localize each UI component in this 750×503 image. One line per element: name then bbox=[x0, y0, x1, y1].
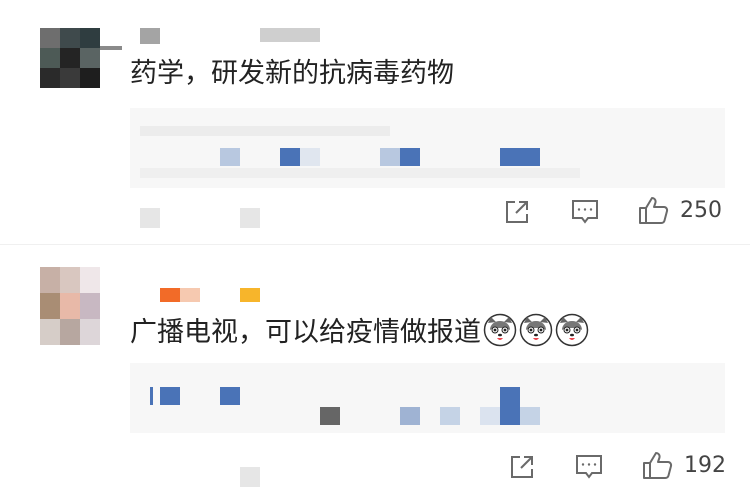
username-obscured[interactable] bbox=[140, 28, 160, 44]
comment-text: 广播电视，可以给疫情做报道 bbox=[130, 317, 481, 348]
obscured-link bbox=[500, 148, 520, 166]
avatar-pixel bbox=[60, 267, 80, 293]
username-obscured bbox=[100, 46, 122, 50]
obscured-text bbox=[140, 126, 390, 136]
obscured-link bbox=[160, 387, 180, 405]
avatar-pixel bbox=[60, 28, 80, 48]
username-obscured[interactable] bbox=[160, 288, 180, 302]
obscured-link bbox=[280, 148, 300, 166]
obscured-link bbox=[300, 148, 320, 166]
timestamp-obscured bbox=[140, 208, 160, 228]
share-icon[interactable] bbox=[508, 453, 536, 481]
username-obscured bbox=[260, 28, 320, 42]
comment-text-row: 广播电视，可以给疫情做报道 bbox=[130, 313, 589, 350]
avatar[interactable] bbox=[40, 267, 100, 345]
avatar-pixel bbox=[40, 28, 60, 48]
comment-icon[interactable] bbox=[570, 198, 600, 226]
husky-face-emoji bbox=[519, 313, 553, 347]
avatar-pixel bbox=[80, 28, 100, 48]
obscured-link bbox=[220, 387, 240, 405]
reply-preview[interactable] bbox=[130, 108, 725, 188]
avatar-pixel bbox=[60, 48, 80, 68]
obscured-link bbox=[520, 148, 540, 166]
avatar-pixel bbox=[40, 48, 60, 68]
avatar-pixel bbox=[40, 68, 60, 88]
avatar-pixel bbox=[80, 48, 100, 68]
share-icon[interactable] bbox=[503, 198, 531, 226]
comment-icon[interactable] bbox=[574, 453, 604, 481]
comment-item: 药学，研发新的抗病毒药物 250 bbox=[0, 0, 750, 245]
avatar-pixel bbox=[80, 293, 100, 319]
obscured-link bbox=[150, 387, 153, 405]
avatar-pixel bbox=[60, 293, 80, 319]
obscured-link bbox=[400, 407, 420, 425]
timestamp-obscured bbox=[240, 467, 260, 487]
obscured-link bbox=[440, 407, 460, 425]
obscured-link bbox=[400, 148, 420, 166]
avatar-pixel bbox=[60, 319, 80, 345]
avatar-pixel bbox=[60, 68, 80, 88]
avatar-pixel bbox=[40, 319, 60, 345]
avatar[interactable] bbox=[40, 28, 100, 88]
like-icon[interactable] bbox=[642, 450, 674, 480]
avatar-pixel bbox=[80, 68, 100, 88]
avatar-pixel bbox=[40, 267, 60, 293]
husky-face-emoji bbox=[555, 313, 589, 347]
husky-face-emoji bbox=[483, 313, 517, 347]
like-icon[interactable] bbox=[638, 195, 670, 225]
avatar-pixel bbox=[80, 319, 100, 345]
obscured-text bbox=[320, 407, 340, 425]
obscured-link bbox=[220, 148, 240, 166]
comment-item: 广播电视，可以给疫情做报道 192 bbox=[0, 245, 750, 503]
obscured-link bbox=[500, 387, 520, 425]
avatar-pixel bbox=[80, 267, 100, 293]
reply-preview[interactable] bbox=[130, 363, 725, 433]
obscured-link bbox=[480, 407, 500, 425]
user-badge bbox=[240, 288, 260, 302]
obscured-text bbox=[140, 168, 580, 178]
username-obscured bbox=[180, 288, 200, 302]
like-count: 192 bbox=[684, 453, 726, 478]
like-count: 250 bbox=[680, 198, 722, 223]
avatar-pixel bbox=[40, 293, 60, 319]
obscured-link bbox=[520, 407, 540, 425]
comment-text: 药学，研发新的抗病毒药物 bbox=[130, 58, 454, 89]
obscured-link bbox=[380, 148, 400, 166]
timestamp-obscured bbox=[240, 208, 260, 228]
